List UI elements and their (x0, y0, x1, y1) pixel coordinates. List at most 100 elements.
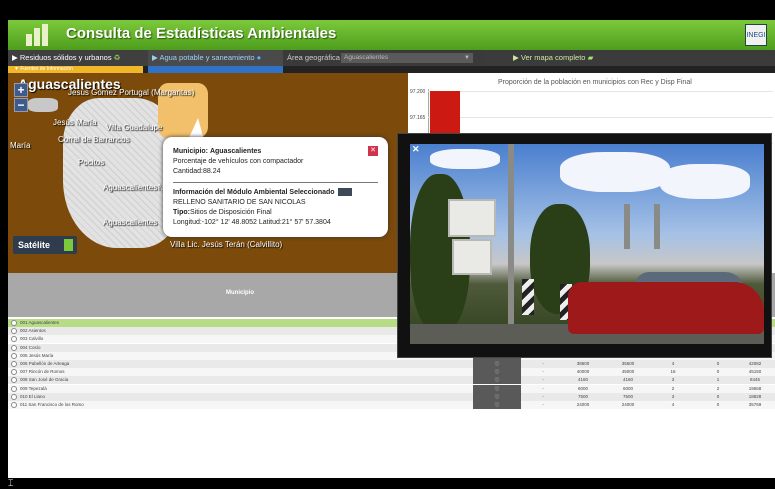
top-band (0, 0, 775, 20)
row-cell: 4 (671, 402, 675, 407)
menu-area-geografica: Área geográfica : Aguascalientes ▼ (283, 50, 483, 66)
row-action[interactable]: ⓘ (473, 376, 521, 385)
row-cell: 7500 (622, 393, 633, 399)
map-place-label: Aguascalientes (103, 218, 158, 227)
row-cell: 2 (716, 385, 720, 391)
row-cell: 2 (671, 385, 675, 391)
row-cell: - (542, 402, 544, 407)
close-icon[interactable]: ✕ (412, 144, 420, 155)
row-municipio: 003 Calvillo (20, 336, 44, 342)
area-select[interactable]: Aguascalientes ▼ (341, 53, 473, 63)
chevron-down-icon: ▼ (464, 55, 470, 61)
tipo-value: Sitios de Disposición Final (189, 209, 272, 216)
row-action[interactable]: ⓘ (473, 392, 521, 401)
row-action[interactable]: ⓘ (473, 368, 521, 377)
municipio-value: Aguascalientes (209, 148, 262, 155)
row-radio[interactable] (11, 393, 17, 400)
row-radio[interactable] (11, 336, 17, 343)
institution-logo-icon[interactable]: INEGI (745, 24, 767, 46)
main-menu: ▶ Residuos sólidos y urbanos ♻ ▶ Agua po… (8, 50, 775, 66)
divider (173, 182, 378, 183)
row-municipio: 004 Cosío (20, 344, 41, 350)
photo-pole (508, 144, 514, 324)
row-municipio: 007 Rincón de Romos (20, 369, 65, 375)
chart-gridline (428, 117, 773, 118)
row-cell: 4160 (577, 377, 588, 383)
row-action[interactable]: ⓘ (473, 360, 521, 368)
map-urban-area (28, 98, 58, 112)
menu-ver-mapa[interactable]: ▶ Ver mapa completo ▰ (483, 50, 775, 66)
sub-bar: ▼ Fuentes de Información (8, 66, 775, 73)
menu-residuos[interactable]: ▶ Residuos sólidos y urbanos ♻ (8, 50, 148, 66)
bottom-bar: ⌶ (0, 478, 775, 489)
row-cell: 4 (671, 361, 675, 366)
row-radio[interactable] (11, 369, 17, 376)
satellite-toggle-button[interactable]: Satélite (13, 236, 77, 254)
row-cell: 24000 (621, 402, 635, 407)
row-cell: 16 (670, 369, 676, 375)
map-place-label: Corral de Barrancos (58, 135, 130, 144)
row-cell: 45000 (621, 369, 635, 375)
row-cell: 8445 (749, 377, 760, 383)
table-row[interactable]: 011 San Francisco de los Romo ⓘ - 24000 2400… (8, 401, 775, 409)
close-icon[interactable]: ✕ (368, 146, 378, 156)
table-row[interactable]: 007 Rincón de Romos ⓘ - 40000 45000 16 0 45150 (8, 368, 775, 377)
row-radio[interactable] (11, 402, 17, 408)
table-row[interactable]: 006 Pabellón de Arteaga ⓘ - 38600 35600 4 0 420… (8, 360, 775, 368)
row-cell: 7500 (577, 393, 588, 399)
tab-fuentes[interactable]: ▼ Fuentes de Información (8, 66, 143, 73)
tab-agua-indicator (148, 66, 283, 73)
site-photo (410, 144, 764, 344)
row-cell: 3 (671, 393, 675, 399)
row-cell: - (542, 361, 544, 366)
photo-cloud (660, 164, 750, 199)
tipo-label: Tipo: (173, 209, 190, 216)
row-cell: 35600 (621, 361, 635, 366)
photo-tower (624, 204, 630, 249)
recycle-icon: ♻ (113, 53, 121, 62)
map-place-label: Villa Guadalupe (106, 123, 163, 132)
row-cell: 18828 (748, 393, 762, 399)
app-logo-icon (26, 24, 56, 46)
row-municipio: 009 Tepezalá (20, 385, 47, 391)
row-municipio: 008 San José de Gracia (20, 377, 69, 383)
row-action[interactable]: ⓘ (473, 401, 521, 409)
row-radio[interactable] (11, 352, 17, 359)
row-radio[interactable] (11, 361, 17, 367)
row-cell: 45150 (748, 369, 762, 375)
chart-gridline (428, 91, 773, 92)
satellite-icon (64, 239, 73, 251)
row-cell: 6000 (622, 385, 633, 391)
map-place-label: Aguascalientes (103, 183, 158, 192)
row-cell: 38600 (576, 361, 590, 366)
row-cell: 0 (716, 369, 720, 375)
zoom-in-button[interactable]: + (14, 83, 28, 97)
row-radio[interactable] (11, 385, 17, 392)
row-action[interactable]: ⓘ (473, 384, 521, 393)
photo-thumbnail-icon[interactable] (337, 188, 352, 197)
map-place-label: María (10, 141, 31, 150)
row-municipio: 002 Asientos (20, 328, 46, 334)
photo-sign (448, 199, 496, 237)
water-drop-icon: ● (256, 53, 262, 62)
row-municipio: 011 San Francisco de los Romo (20, 402, 84, 407)
photo-viewer: ✕ (397, 133, 772, 358)
menu-agua[interactable]: ▶ Agua potable y saneamiento ● (148, 50, 283, 66)
row-radio[interactable] (11, 328, 17, 335)
zoom-out-button[interactable]: − (14, 98, 28, 112)
row-municipio: 010 El Llano (20, 393, 46, 399)
row-cell: - (542, 385, 544, 391)
row-radio[interactable] (11, 344, 17, 351)
photo-sign (452, 239, 492, 275)
chart-y-tick: 97.165 (410, 115, 426, 121)
map-place-label: Villa Lic. Jesús Terán (Calvillito) (170, 240, 283, 249)
table-row[interactable]: 008 San José de Gracia ⓘ - 4160 4160 3 1 8445 (8, 376, 775, 385)
row-radio[interactable] (11, 320, 17, 326)
row-cell: 19668 (748, 385, 762, 391)
row-radio[interactable] (11, 377, 17, 384)
chart-title: Proporción de la población en municipios… (498, 79, 692, 86)
row-municipio: 006 Pabellón de Arteaga (20, 361, 70, 366)
table-row[interactable]: 009 Tepezalá ⓘ - 6000 6000 2 2 19668 (8, 384, 775, 393)
table-row[interactable]: 010 El Llano ⓘ - 7500 7500 3 0 18828 (8, 392, 775, 401)
row-cell: 40000 (576, 369, 590, 375)
